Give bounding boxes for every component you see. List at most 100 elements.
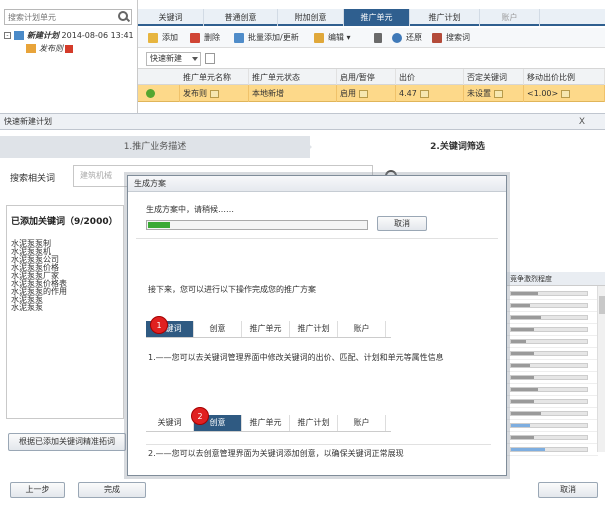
edit-icon[interactable]: [210, 89, 219, 98]
competition-column-header[interactable]: 竞争激烈程度: [506, 272, 605, 286]
col-negative-keywords[interactable]: 否定关键词: [464, 69, 524, 86]
filter-icon[interactable]: [205, 53, 215, 64]
table-row[interactable]: [506, 336, 598, 348]
quick-create-select[interactable]: 快速新建: [146, 52, 201, 66]
cell-negative[interactable]: 未设置: [464, 85, 524, 102]
added-keywords-panel: 已添加关键词（9/2000） 水泥泵泵制 水泥泵泵机 水泥泵泵公司 水泥泵泵价格…: [6, 205, 124, 419]
close-button[interactable]: X: [567, 116, 597, 128]
mini-tab-account[interactable]: 账户: [338, 321, 386, 337]
mini-tab-plan[interactable]: 推广计划: [290, 321, 338, 337]
edit-icon[interactable]: [561, 89, 571, 98]
finish-button[interactable]: 完成: [78, 482, 146, 498]
table-row[interactable]: [506, 348, 598, 360]
search-keyword-label: 搜索词: [446, 33, 470, 42]
table-row[interactable]: [506, 384, 598, 396]
col-enabled[interactable]: 启用/暂停: [337, 69, 396, 86]
tree-plan-node[interactable]: - 新建计划 2014-08-06 13:41: [4, 29, 134, 42]
table-row[interactable]: [506, 432, 598, 444]
competition-bar: [510, 447, 588, 452]
cell-unit-name[interactable]: 发布则: [180, 85, 249, 102]
cell-enabled[interactable]: 启用: [337, 85, 396, 102]
table-row[interactable]: 发布则 本地新增 启用 4.47 未设置 <1.00>: [138, 85, 605, 102]
cell-mobile-ratio[interactable]: <1.00>: [524, 85, 605, 102]
competition-bar-fill: [511, 304, 530, 307]
plan-search-box[interactable]: [4, 9, 132, 25]
tab-creative[interactable]: 普通创意: [204, 9, 278, 26]
edit-icon[interactable]: [359, 89, 368, 98]
competition-bar-fill: [511, 352, 534, 355]
wizard-steps: 1.推广业务描述 2.关键词筛选: [0, 136, 605, 158]
previous-step-button[interactable]: 上一步: [10, 482, 65, 498]
mini-tab-unit[interactable]: 推广单元: [242, 415, 290, 431]
competition-bar: [510, 363, 588, 368]
mini-tab-creative[interactable]: 创意: [194, 321, 242, 337]
edit-icon[interactable]: [419, 89, 429, 98]
competition-bar-fill: [511, 400, 534, 403]
table-row[interactable]: [506, 420, 598, 432]
keyword-candidates-grid: 竞争激烈程度: [505, 272, 605, 456]
tab-keywords[interactable]: 关键词: [138, 9, 204, 26]
col-bid[interactable]: 出价: [396, 69, 464, 86]
step-arrow-icon: [300, 136, 312, 158]
plan-icon: [14, 31, 24, 40]
batch-icon: [234, 33, 244, 43]
added-keywords-list: 水泥泵泵制 水泥泵泵机 水泥泵泵公司 水泥泵泵价格 水泥泵泵厂家 水泥泵泵价格表…: [11, 240, 67, 312]
table-row[interactable]: [506, 324, 598, 336]
competition-bar-fill: [511, 328, 534, 331]
divider: [136, 238, 498, 239]
col-mobile-ratio[interactable]: 移动出价比例: [524, 69, 605, 86]
step-marker-1: 1: [150, 316, 168, 334]
row-add-cell[interactable]: [138, 85, 180, 102]
table-row[interactable]: [506, 312, 598, 324]
table-row[interactable]: [506, 360, 598, 372]
table-row[interactable]: [506, 444, 598, 456]
search-keyword-icon: [432, 33, 442, 43]
unit-icon: [26, 44, 36, 53]
mini-tab-account[interactable]: 账户: [338, 415, 386, 431]
tab-plan[interactable]: 推广计划: [410, 9, 480, 26]
list-item[interactable]: 水泥泵泵: [11, 304, 67, 312]
batch-update-button[interactable]: 批量添加/更新: [234, 31, 299, 45]
mini-tab-keywords[interactable]: 关键词: [146, 415, 194, 431]
table-row[interactable]: [506, 408, 598, 420]
search-keyword-button[interactable]: 搜索词: [432, 31, 470, 45]
filter-row: 快速新建: [138, 50, 605, 68]
competition-bar-fill: [511, 424, 530, 427]
dialog-cancel-button[interactable]: 取消: [377, 216, 427, 231]
tab-unit[interactable]: 推广单元: [344, 9, 410, 26]
table-row[interactable]: [506, 396, 598, 408]
table-row[interactable]: [506, 372, 598, 384]
mini-tab-plan[interactable]: 推广计划: [290, 415, 338, 431]
cell-bid[interactable]: 4.47: [396, 85, 464, 102]
bid-value: 4.47: [399, 89, 417, 98]
tab-extra-creative[interactable]: 附加创意: [278, 9, 344, 26]
mini-tab-unit[interactable]: 推广单元: [242, 321, 290, 337]
tree-unit-node[interactable]: 发布则: [26, 42, 73, 55]
search-icon[interactable]: [118, 11, 128, 21]
plan-search-input[interactable]: [5, 10, 113, 24]
delete-button[interactable]: 删除: [190, 31, 220, 45]
restore-icon: [392, 33, 402, 43]
col-unit-name[interactable]: 推广单元名称: [180, 69, 249, 86]
wizard-cancel-button[interactable]: 取消: [538, 482, 598, 498]
table-row[interactable]: [506, 300, 598, 312]
add-button[interactable]: 添加: [148, 31, 178, 45]
section2-description: 2.——您可以去创意管理界面为关键词添加创意，以确保关键词正常展现: [148, 449, 404, 458]
col-unit-status[interactable]: 推广单元状态: [249, 69, 337, 86]
delete-icon: [190, 33, 200, 43]
scrollbar-thumb[interactable]: [599, 296, 605, 314]
download-button[interactable]: [374, 31, 388, 45]
precise-expand-button[interactable]: 根据已添加关键词精准拓词: [8, 433, 126, 451]
grid-scrollbar[interactable]: [597, 286, 605, 452]
edit-button[interactable]: 编辑 ▾: [314, 31, 351, 45]
wizard-title: 快速新建计划: [4, 117, 52, 126]
table-row[interactable]: [506, 288, 598, 300]
competition-bar-fill: [511, 340, 527, 343]
restore-button[interactable]: 还原: [392, 31, 422, 45]
tab-account[interactable]: 账户: [480, 9, 540, 26]
added-keywords-title: 已添加关键词（9/2000）: [11, 217, 118, 227]
competition-bar-fill: [511, 448, 546, 451]
edit-icon[interactable]: [494, 89, 503, 98]
collapse-icon[interactable]: -: [4, 32, 11, 39]
enabled-value: 启用: [340, 89, 356, 98]
